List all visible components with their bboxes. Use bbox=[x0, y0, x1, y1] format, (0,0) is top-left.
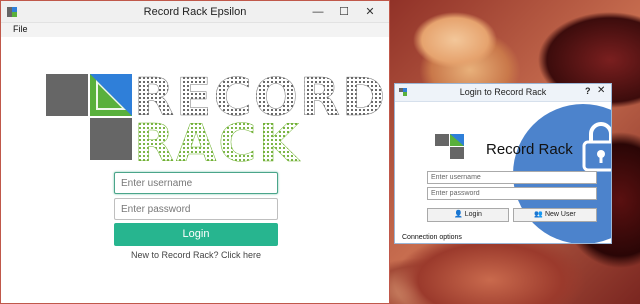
menu-file[interactable]: File bbox=[13, 24, 28, 34]
new-user-link[interactable]: New to Record Rack? Click here bbox=[114, 250, 278, 260]
dialog-new-user-button[interactable]: 👥 New User bbox=[513, 208, 597, 222]
password-input[interactable] bbox=[114, 198, 278, 220]
logo-square-blue-green bbox=[90, 74, 132, 116]
login-dialog: Login to Record Rack ? ✕ Record Rack 👤 L… bbox=[394, 83, 612, 244]
close-button[interactable]: ✕ bbox=[359, 3, 381, 21]
record-rack-logo: RECORD RACK bbox=[46, 68, 385, 174]
maximize-button[interactable]: ☐ bbox=[333, 3, 355, 21]
help-button[interactable]: ? bbox=[585, 86, 591, 96]
connection-options-link[interactable]: Connection options bbox=[402, 234, 462, 241]
title-bar[interactable]: Record Rack Epsilon — ☐ ✕ bbox=[1, 1, 389, 23]
dialog-close-button[interactable]: ✕ bbox=[597, 85, 605, 96]
login-button[interactable]: Login bbox=[114, 223, 278, 246]
dialog-logo-icon bbox=[435, 134, 464, 159]
dialog-username-input[interactable] bbox=[427, 171, 597, 184]
dialog-title-bar[interactable]: Login to Record Rack ? ✕ bbox=[395, 84, 611, 102]
dialog-login-button[interactable]: 👤 Login bbox=[427, 208, 509, 222]
dialog-brand: Record Rack bbox=[486, 141, 573, 158]
dialog-title: Login to Record Rack bbox=[459, 87, 547, 97]
window-title: Record Rack Epsilon bbox=[143, 6, 247, 18]
user-icon: 👤 bbox=[454, 211, 463, 218]
dialog-login-label: Login bbox=[464, 211, 482, 218]
logo-text-rack: RACK bbox=[134, 114, 301, 175]
username-input[interactable] bbox=[114, 172, 278, 194]
main-window: Record Rack Epsilon — ☐ ✕ File RECORD RA… bbox=[0, 0, 390, 304]
minimize-button[interactable]: — bbox=[307, 3, 329, 21]
dialog-password-input[interactable] bbox=[427, 187, 597, 200]
logo-square-gray-top bbox=[46, 74, 88, 116]
menu-bar: File bbox=[1, 23, 389, 37]
lock-icon bbox=[582, 122, 611, 172]
logo-square-gray-bottom bbox=[90, 118, 132, 160]
dialog-new-user-label: New User bbox=[544, 211, 576, 218]
add-user-icon: 👥 bbox=[534, 211, 544, 218]
